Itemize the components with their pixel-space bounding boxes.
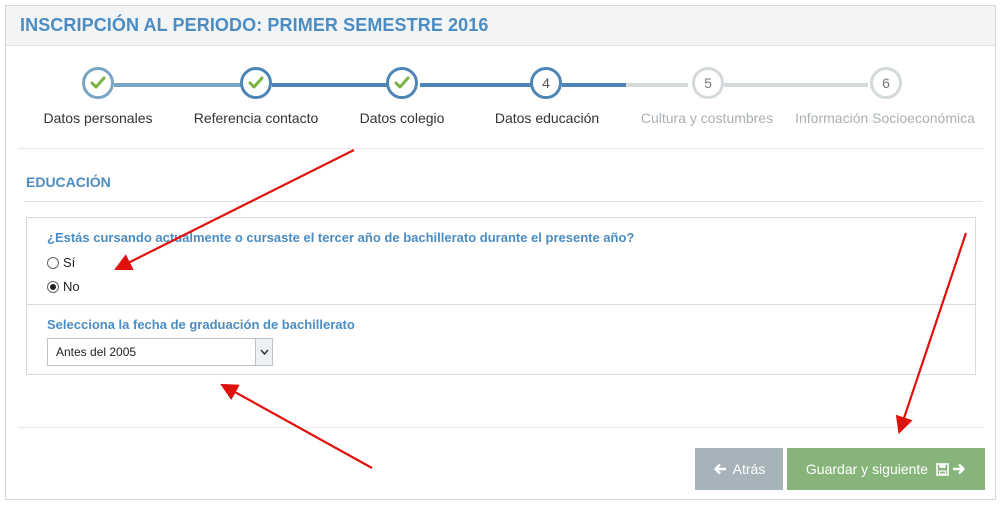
radio-option-si[interactable]: Sí (47, 255, 75, 270)
form-divider (27, 304, 975, 305)
step-5-circle[interactable]: 5 (692, 67, 724, 99)
radio-si-label: Sí (63, 255, 76, 270)
save-and-next-button[interactable]: Guardar y siguiente (787, 448, 985, 490)
radio-option-no[interactable]: No (47, 279, 80, 294)
enrollment-panel: INSCRIPCIÓN AL PERIODO: PRIMER SEMESTRE … (5, 5, 996, 500)
step-4-label[interactable]: Datos educación (495, 110, 599, 126)
wizard-steps: 4 5 6 Datos personales Referencia contac… (6, 46, 997, 151)
step-1-label[interactable]: Datos personales (44, 110, 153, 126)
question-label: ¿Estás cursando actualmente o cursaste e… (47, 230, 635, 245)
chevron-down-icon[interactable] (255, 339, 272, 365)
step-5-label[interactable]: Cultura y costumbres (641, 110, 773, 126)
step-connector-5 (626, 83, 688, 87)
back-button-label: Atrás (732, 461, 766, 477)
select-value: Antes del 2005 (56, 345, 137, 359)
step-6-circle[interactable]: 6 (870, 67, 902, 99)
check-icon (90, 76, 106, 89)
step-connector-1 (114, 83, 244, 87)
check-icon (248, 76, 264, 89)
arrow-left-icon (713, 463, 727, 475)
graduation-date-select[interactable]: Antes del 2005 (47, 338, 273, 366)
step-connector-2 (272, 83, 392, 87)
step-connector-4 (562, 83, 626, 87)
education-form: ¿Estás cursando actualmente o cursaste e… (26, 217, 976, 375)
radio-si[interactable] (47, 256, 59, 269)
step-connector-6 (724, 83, 868, 87)
step-4-circle[interactable]: 4 (530, 67, 562, 99)
step-number: 5 (704, 75, 712, 91)
radio-no[interactable] (47, 280, 59, 293)
arrow-right-icon (952, 463, 966, 475)
step-number: 4 (542, 75, 550, 91)
page-title: INSCRIPCIÓN AL PERIODO: PRIMER SEMESTRE … (20, 15, 489, 35)
step-2-label[interactable]: Referencia contacto (194, 110, 319, 126)
footer-separator (18, 427, 984, 428)
section-title: EDUCACIÓN (26, 174, 111, 190)
graduation-date-label: Selecciona la fecha de graduación de bac… (47, 317, 355, 332)
radio-no-label: No (63, 279, 80, 294)
floppy-disk-icon (936, 462, 949, 476)
step-connector-3 (420, 83, 532, 87)
step-3-circle[interactable] (386, 67, 418, 99)
step-6-label[interactable]: Información Socioeconómica (795, 110, 975, 126)
save-and-next-label: Guardar y siguiente (805, 461, 929, 477)
step-3-label[interactable]: Datos colegio (360, 110, 445, 126)
check-icon (394, 76, 410, 89)
section-underline (24, 201, 982, 202)
panel-header: INSCRIPCIÓN AL PERIODO: PRIMER SEMESTRE … (6, 6, 995, 46)
step-2-circle[interactable] (240, 67, 272, 99)
wizard-separator (18, 148, 984, 149)
step-number: 6 (882, 75, 890, 91)
back-button[interactable]: Atrás (695, 448, 783, 490)
step-1-circle[interactable] (82, 67, 114, 99)
